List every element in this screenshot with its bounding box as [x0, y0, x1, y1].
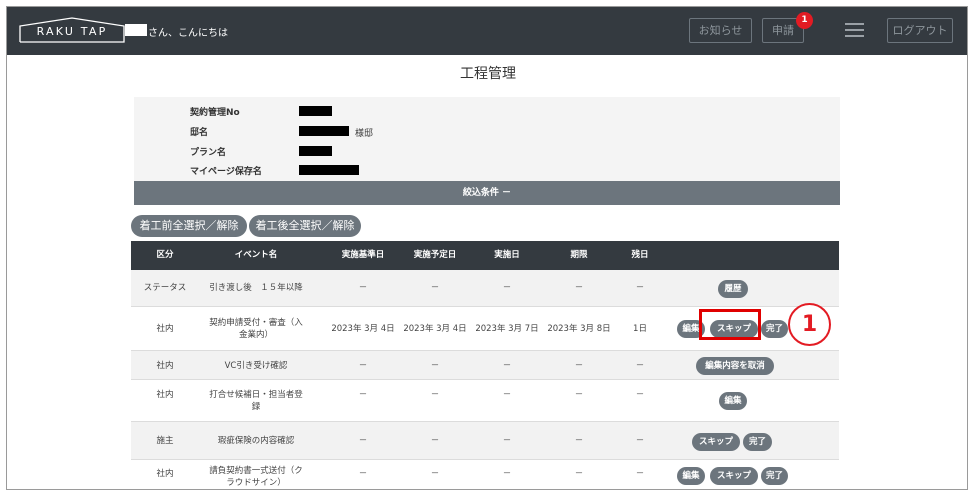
cell-deadline: －: [574, 283, 584, 293]
house-name-redacted: [299, 126, 349, 136]
greeting-text: さん、こんにちは: [148, 28, 228, 39]
cell-category: 社内: [156, 469, 174, 479]
cell-event: 引き渡し後 １５年以降: [209, 283, 303, 293]
top-navbar: RAKU TAP さん、こんにちは お知らせ 申請 1 ログアウト: [7, 7, 967, 55]
cell-deadline: 2023年 3月 8日: [547, 324, 611, 334]
cell-category: 施主: [156, 436, 174, 446]
cell-planned-date: 2023年 3月 4日: [403, 324, 467, 334]
col-base-date: 実施基準日: [341, 250, 385, 260]
table-row: 社内 請負契約書一式送付（クラウドサイン） － － － － － 編集 スキップ …: [131, 460, 839, 489]
step-callout: 1: [788, 303, 831, 346]
contract-no-redacted: [299, 106, 332, 116]
app-window: RAKU TAP さん、こんにちは お知らせ 申請 1 ログアウト 工程管理 契…: [6, 6, 968, 490]
cell-event: 打合せ候補日・担当者登録: [209, 390, 303, 412]
cell-base-date: －: [358, 469, 368, 479]
cell-category: 社内: [156, 361, 174, 371]
cell-planned-date: －: [430, 436, 440, 446]
logout-button[interactable]: ログアウト: [887, 18, 953, 43]
raku-tap-logo[interactable]: RAKU TAP: [19, 17, 125, 43]
cell-done-date: －: [502, 390, 512, 400]
table-row: 施主 瑕疵保険の内容確認 － － － － － スキップ 完了: [131, 422, 839, 460]
contract-info-panel: 契約管理No 邸名 様邸 プラン名 マイページ保存名: [134, 97, 840, 181]
filter-toggle-bar[interactable]: 絞込条件 －: [134, 181, 840, 205]
history-button[interactable]: 履歴: [718, 280, 748, 298]
cell-deadline: －: [574, 390, 584, 400]
cell-planned-date: －: [430, 361, 440, 371]
cell-planned-date: －: [430, 283, 440, 293]
contract-no-label: 契約管理No: [190, 108, 240, 118]
table-row: 社内 打合せ候補日・担当者登録 － － － － － 編集: [131, 380, 839, 422]
select-before-construction-button[interactable]: 着工前全選択／解除: [131, 215, 247, 237]
col-remaining: 残日: [631, 250, 649, 260]
cell-event: 瑕疵保険の内容確認: [217, 436, 295, 446]
user-name-redacted: [125, 24, 147, 36]
col-event: イベント名: [234, 250, 278, 260]
cell-deadline: －: [574, 469, 584, 479]
notice-button[interactable]: お知らせ: [689, 18, 752, 43]
cell-event: VC引き受け確認: [224, 361, 288, 371]
cell-base-date: －: [358, 283, 368, 293]
cell-base-date: －: [358, 361, 368, 371]
cell-planned-date: －: [430, 390, 440, 400]
cell-remaining: －: [635, 283, 645, 293]
skip-button[interactable]: スキップ: [710, 467, 758, 485]
cell-event: 契約申請受付・審査（入金業内）: [209, 318, 303, 340]
cell-base-date: －: [358, 390, 368, 400]
cell-deadline: －: [574, 361, 584, 371]
skip-highlight-box: [699, 309, 761, 340]
plan-name-redacted: [299, 146, 332, 156]
cell-deadline: －: [574, 436, 584, 446]
cell-done-date: －: [502, 361, 512, 371]
cell-base-date: 2023年 3月 4日: [331, 324, 395, 334]
mypage-name-redacted: [299, 165, 359, 175]
complete-button[interactable]: 完了: [743, 433, 772, 451]
cell-category: 社内: [156, 324, 174, 334]
table-row: ステータス 引き渡し後 １５年以降 － － － － － 履歴: [131, 270, 839, 307]
cancel-edit-button[interactable]: 編集内容を取消: [696, 357, 774, 375]
cell-remaining: －: [635, 469, 645, 479]
table-row: 社内 VC引き受け確認 － － － － － 編集内容を取消: [131, 351, 839, 380]
logo-text: RAKU TAP: [36, 25, 108, 38]
edit-button[interactable]: 編集: [719, 392, 747, 410]
complete-button[interactable]: 完了: [761, 467, 788, 485]
cell-remaining: 1日: [633, 324, 647, 334]
cell-planned-date: －: [430, 469, 440, 479]
col-deadline: 期限: [570, 250, 588, 260]
cell-category: 社内: [156, 390, 174, 400]
complete-button[interactable]: 完了: [761, 320, 788, 338]
cell-event: 請負契約書一式送付（クラウドサイン）: [209, 466, 303, 488]
cell-done-date: －: [502, 436, 512, 446]
col-category: 区分: [156, 250, 174, 260]
col-done-date: 実施日: [494, 250, 520, 260]
cell-done-date: 2023年 3月 7日: [475, 324, 539, 334]
cell-remaining: －: [635, 436, 645, 446]
col-planned-date: 実施予定日: [413, 250, 457, 260]
table-header: 区分 イベント名 実施基準日 実施予定日 実施日 期限 残日: [131, 241, 839, 270]
cell-category: ステータス: [143, 283, 187, 293]
house-suffix: 様邸: [355, 129, 374, 139]
hamburger-menu-icon[interactable]: [845, 23, 864, 37]
skip-button[interactable]: スキップ: [692, 433, 740, 451]
cell-remaining: －: [635, 390, 645, 400]
cell-done-date: －: [502, 469, 512, 479]
cell-done-date: －: [502, 283, 512, 293]
page-title: 工程管理: [460, 66, 516, 82]
mypage-label: マイページ保存名: [190, 167, 262, 177]
house-label: 邸名: [190, 128, 209, 138]
cell-remaining: －: [635, 361, 645, 371]
edit-button[interactable]: 編集: [677, 467, 705, 485]
plan-label: プラン名: [190, 148, 227, 158]
apply-count-badge: 1: [796, 12, 813, 29]
select-after-construction-button[interactable]: 着工後全選択／解除: [249, 215, 361, 237]
cell-base-date: －: [358, 436, 368, 446]
